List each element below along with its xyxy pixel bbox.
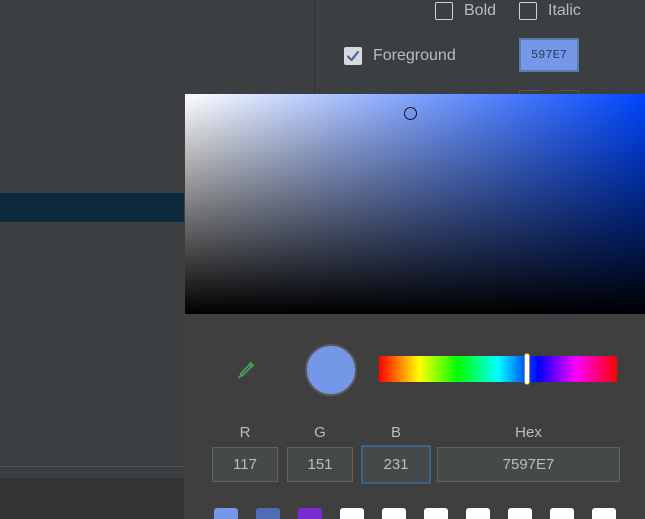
recent-color-swatch[interactable] xyxy=(340,508,364,519)
recent-color-swatch[interactable] xyxy=(256,508,280,519)
recent-color-swatch[interactable] xyxy=(550,508,574,519)
preview-area xyxy=(0,478,184,519)
bold-label: Bold xyxy=(464,2,497,19)
recent-color-swatch[interactable] xyxy=(424,508,448,519)
recent-color-swatch[interactable] xyxy=(214,508,238,519)
bold-option[interactable]: Bold xyxy=(435,2,496,20)
selected-list-row[interactable] xyxy=(0,193,184,222)
hex-label: Hex xyxy=(515,424,542,441)
recent-colors xyxy=(214,508,634,519)
foreground-label: Foreground xyxy=(373,47,456,64)
check-icon xyxy=(346,50,360,62)
red-input[interactable]: 117 xyxy=(212,447,278,482)
foreground-color-swatch[interactable]: 597E7 xyxy=(519,38,579,72)
hex-input[interactable]: 7597E7 xyxy=(437,447,620,482)
blue-label: B xyxy=(390,424,401,441)
foreground-hex: 597E7 xyxy=(530,48,567,62)
foreground-checkbox[interactable] xyxy=(344,47,362,65)
hue-slider[interactable] xyxy=(379,353,617,385)
saturation-cursor[interactable] xyxy=(403,107,417,121)
recent-color-swatch[interactable] xyxy=(592,508,616,519)
hue-slider-thumb[interactable] xyxy=(523,353,530,385)
divider xyxy=(0,466,184,467)
foreground-option[interactable]: Foreground xyxy=(344,47,456,65)
recent-color-swatch[interactable] xyxy=(466,508,490,519)
italic-option[interactable]: Italic xyxy=(519,2,581,20)
color-preview xyxy=(305,344,357,396)
color-picker-popup: R G B Hex 117 151 231 7597E7 xyxy=(184,94,645,519)
bold-checkbox[interactable] xyxy=(435,2,453,20)
recent-color-swatch[interactable] xyxy=(508,508,532,519)
italic-checkbox[interactable] xyxy=(519,2,537,20)
eyedropper-icon[interactable] xyxy=(236,358,258,380)
green-label: G xyxy=(314,424,326,441)
italic-label: Italic xyxy=(548,2,581,19)
popup-pointer xyxy=(539,80,561,94)
saturation-brightness-area[interactable] xyxy=(185,94,645,314)
blue-input[interactable]: 231 xyxy=(361,445,431,484)
green-input[interactable]: 151 xyxy=(287,447,353,482)
recent-color-swatch[interactable] xyxy=(298,508,322,519)
recent-color-swatch[interactable] xyxy=(382,508,406,519)
red-label: R xyxy=(239,424,251,441)
